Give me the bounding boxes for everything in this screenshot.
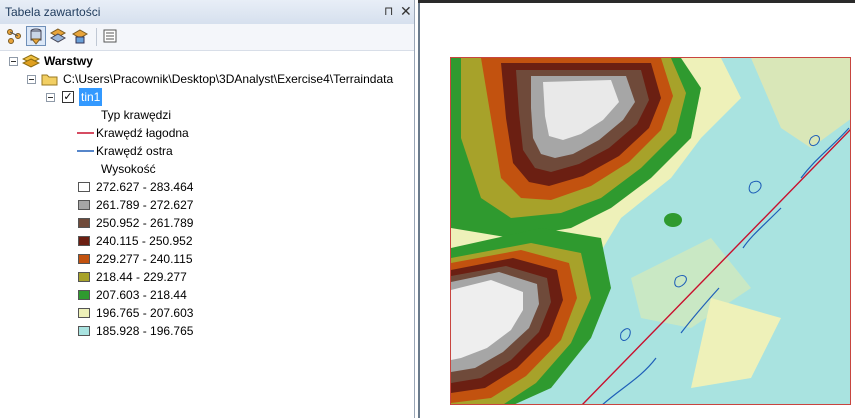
elevation-class-row: 240.115 - 250.952 bbox=[0, 232, 410, 250]
elevation-class-swatch bbox=[78, 200, 90, 210]
elevation-class-label: 240.115 - 250.952 bbox=[96, 234, 193, 248]
elevation-heading-text: Wysokość bbox=[101, 162, 156, 176]
list-by-drawing-order-icon bbox=[7, 29, 21, 44]
folder-icon bbox=[41, 74, 58, 86]
collapse-layer-icon[interactable] bbox=[46, 93, 55, 102]
elevation-class-label: 207.603 - 218.44 bbox=[96, 288, 187, 302]
collapse-root-icon[interactable] bbox=[9, 57, 18, 66]
elevation-class-swatch bbox=[78, 290, 90, 300]
folder-path-label: C:\Users\Pracownik\Desktop\3DAnalyst\Exe… bbox=[63, 72, 394, 86]
layer-name[interactable]: tin1 bbox=[79, 88, 103, 106]
options-button[interactable] bbox=[100, 26, 120, 46]
elevation-class-swatch bbox=[78, 218, 90, 228]
edge-type-heading: Typ krawędzi bbox=[101, 106, 171, 124]
elevation-class-row: 261.789 - 272.627 bbox=[0, 196, 410, 214]
elevation-class-swatch bbox=[78, 272, 90, 282]
root-label: Warstwy bbox=[44, 54, 93, 68]
elevation-class-row: 196.765 - 207.603 bbox=[0, 304, 410, 322]
elevation-class-row: 207.603 - 218.44 bbox=[0, 286, 410, 304]
elevation-class-swatch bbox=[78, 308, 90, 318]
elevation-class-row: 272.627 - 283.464 bbox=[0, 178, 410, 196]
tree-row-folder[interactable]: C:\Users\Pracownik\Desktop\3DAnalyst\Exe… bbox=[0, 70, 410, 88]
list-by-source-icon bbox=[30, 28, 42, 45]
elevation-class-swatch bbox=[78, 182, 90, 192]
options-icon bbox=[103, 29, 117, 43]
elevation-class-swatch bbox=[78, 254, 90, 264]
layer-visibility-checkbox[interactable]: ✓ bbox=[62, 91, 74, 103]
layers-icon bbox=[22, 54, 40, 68]
legend-edge-hard: Krawędź ostra bbox=[0, 142, 410, 160]
elevation-class-label: 218.44 - 229.277 bbox=[96, 270, 187, 284]
map-frame[interactable] bbox=[450, 57, 851, 405]
elevation-class-label: 272.627 - 283.464 bbox=[96, 180, 194, 194]
soft-edge-line-icon bbox=[77, 132, 94, 134]
table-of-contents-panel: Tabela zawartości ⊓ ✕ Warstwy C:\Users\P… bbox=[0, 0, 415, 418]
elevation-class-swatch bbox=[78, 236, 90, 246]
hard-edge-label: Krawędź ostra bbox=[96, 144, 173, 158]
elevation-class-row: 185.928 - 196.765 bbox=[0, 322, 410, 340]
elevation-class-row: 250.952 - 261.789 bbox=[0, 214, 410, 232]
list-by-drawing-order-button[interactable] bbox=[4, 26, 24, 46]
list-by-visibility-button[interactable] bbox=[48, 26, 68, 46]
elevation-class-row: 229.277 - 240.115 bbox=[0, 250, 410, 268]
soft-edge-label: Krawędź łagodna bbox=[96, 126, 189, 140]
elevation-class-swatch bbox=[78, 326, 90, 336]
layer-tree: Warstwy C:\Users\Pracownik\Desktop\3DAna… bbox=[0, 50, 414, 418]
panel-title: Tabela zawartości bbox=[5, 5, 101, 19]
panel-title-bar: Tabela zawartości ⊓ ✕ bbox=[0, 0, 414, 25]
hard-edge-line-icon bbox=[77, 150, 94, 152]
list-by-selection-icon bbox=[71, 29, 89, 44]
toc-toolbar bbox=[0, 24, 414, 51]
elevation-class-label: 261.789 - 272.627 bbox=[96, 198, 194, 212]
pin-icon[interactable]: ⊓ bbox=[384, 4, 396, 18]
elevation-class-label: 229.277 - 240.115 bbox=[96, 252, 193, 266]
list-by-source-button[interactable] bbox=[26, 26, 46, 46]
terrain-map bbox=[451, 58, 850, 404]
elevation-class-label: 196.765 - 207.603 bbox=[96, 306, 194, 320]
tree-row-layer[interactable]: ✓ tin1 bbox=[0, 88, 410, 106]
toolbar-separator bbox=[96, 28, 97, 46]
terrain-green-patch bbox=[664, 213, 682, 227]
elevation-class-label: 185.928 - 196.765 bbox=[96, 324, 194, 338]
elevation-class-label: 250.952 - 261.789 bbox=[96, 216, 194, 230]
tree-row-root[interactable]: Warstwy bbox=[0, 52, 410, 70]
list-by-selection-button[interactable] bbox=[70, 26, 90, 46]
collapse-folder-icon[interactable] bbox=[27, 75, 36, 84]
edge-type-heading-text: Typ krawędzi bbox=[101, 108, 172, 122]
close-icon[interactable]: ✕ bbox=[400, 3, 412, 19]
list-by-visibility-icon bbox=[49, 28, 67, 43]
elevation-heading: Wysokość bbox=[101, 160, 156, 178]
legend-edge-soft: Krawędź łagodna bbox=[0, 124, 410, 142]
map-top-border bbox=[418, 0, 855, 3]
elevation-class-row: 218.44 - 229.277 bbox=[0, 268, 410, 286]
